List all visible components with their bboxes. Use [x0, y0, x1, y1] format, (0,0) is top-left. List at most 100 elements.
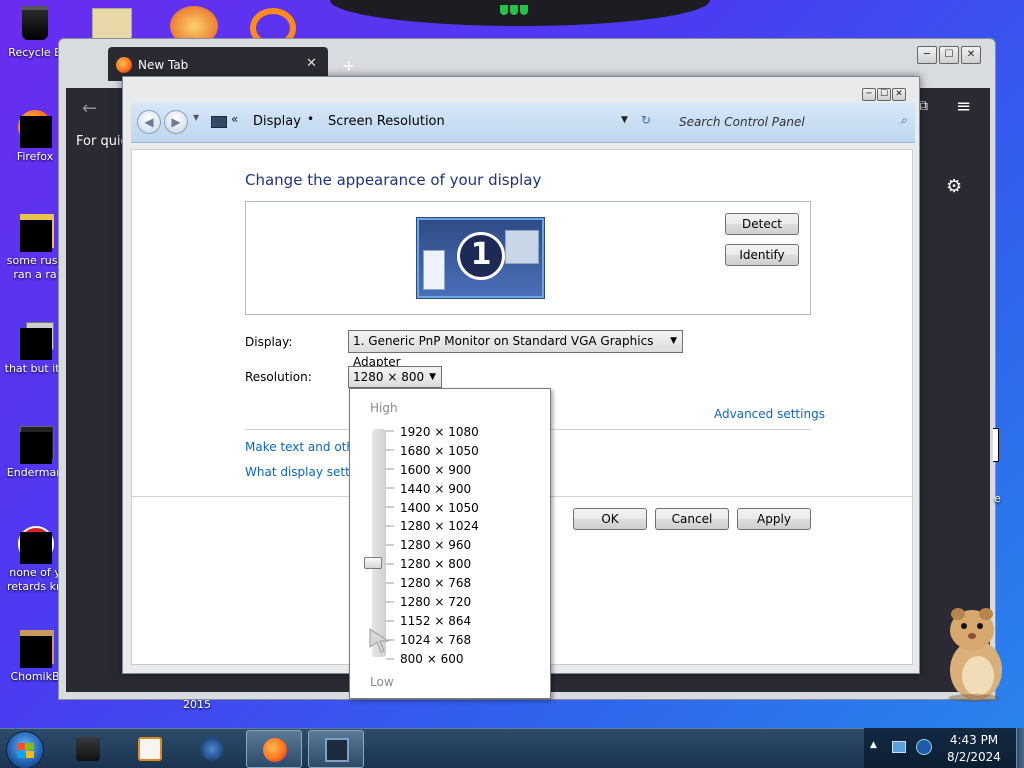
chevron-down-icon: ▼ — [429, 372, 436, 382]
show-hidden-icons-button[interactable]: ▲ — [870, 740, 877, 750]
monitor-1-preview[interactable]: 1 — [417, 218, 544, 298]
resolution-option[interactable]: 1280 × 960 — [400, 536, 540, 555]
firefox-logo-icon — [116, 57, 132, 73]
identify-button[interactable]: Identify — [725, 244, 799, 266]
resolution-dropdown: High 1920 × 1080 1680 × 1050 1600 × 900 … — [349, 388, 551, 699]
resolution-option[interactable]: 1280 × 1024 — [400, 517, 540, 536]
search-icon[interactable]: ⌕ — [900, 113, 907, 128]
cp-window-controls: ─ ☐ ✕ — [862, 85, 907, 101]
resolution-option[interactable]: 1152 × 864 — [400, 612, 540, 631]
start-button[interactable] — [6, 731, 44, 768]
file-icon — [18, 322, 54, 360]
settings-gear-icon[interactable]: ⚙ — [946, 176, 962, 197]
desktop-partial-text: e — [994, 492, 1001, 505]
recent-pages-dropdown-icon[interactable]: ▼ — [193, 113, 199, 122]
low-label: Low — [370, 675, 394, 689]
back-arrow-icon[interactable]: ← — [82, 98, 97, 119]
resolution-select-value: 1280 × 800 — [353, 370, 425, 384]
recycle-bin-icon — [18, 6, 52, 40]
resolution-option[interactable]: 1400 × 1050 — [400, 499, 540, 518]
refresh-icon[interactable]: ↻ — [641, 113, 651, 127]
resolution-options: 1920 × 1080 1680 × 1050 1600 × 900 1440 … — [400, 423, 540, 669]
monitor-icon — [211, 116, 227, 128]
network-icon[interactable] — [892, 741, 906, 753]
clock-time[interactable]: 4:43 PM — [944, 733, 1004, 747]
forward-button[interactable]: ▶ — [164, 110, 188, 134]
apply-button[interactable]: Apply — [737, 508, 811, 530]
system-tray: ▲ 4:43 PM 8/2/2024 — [864, 728, 1024, 768]
globe-icon — [200, 737, 224, 761]
taskbar-globe[interactable] — [184, 730, 240, 768]
hamster-gadget-icon[interactable] — [938, 604, 1010, 704]
firefox-icon — [18, 110, 52, 148]
firefox-window-controls: ─ ☐ ✕ — [917, 46, 983, 64]
close-tab-icon[interactable]: ✕ — [306, 56, 317, 71]
page-title: Change the appearance of your display — [245, 171, 542, 189]
volume-icon[interactable] — [916, 739, 932, 755]
monitor-icon — [325, 738, 349, 762]
breadcrumb-chevron-icon[interactable]: « — [231, 112, 238, 126]
mouse-cursor-icon — [369, 628, 390, 653]
minimize-button[interactable]: ─ — [917, 46, 937, 64]
folder-icon[interactable] — [92, 8, 132, 42]
advanced-settings-link[interactable]: Advanced settings — [714, 407, 825, 421]
resolution-slider-thumb[interactable] — [364, 557, 382, 569]
decoration-dots — [500, 4, 530, 16]
resolution-option[interactable]: 1024 × 768 — [400, 631, 540, 650]
cp-close-button[interactable]: ✕ — [892, 88, 906, 101]
top-decoration — [330, 0, 710, 26]
breadcrumb-screen-resolution[interactable]: Screen Resolution — [328, 114, 445, 129]
resolution-option[interactable]: 1920 × 1080 — [400, 423, 540, 442]
resolution-option[interactable]: 1680 × 1050 — [400, 442, 540, 461]
taskbar-recycle-bin[interactable] — [60, 730, 116, 768]
file-icon — [18, 426, 54, 464]
search-input[interactable]: Search Control Panel ⌕ — [677, 113, 909, 133]
breadcrumb-separator: • — [307, 112, 315, 126]
show-desktop-button[interactable] — [1016, 728, 1024, 768]
partial-window-edge — [993, 428, 999, 462]
taskbar-firefox[interactable] — [246, 730, 302, 768]
resolution-option-selected[interactable]: 1280 × 800 — [400, 555, 540, 574]
high-label: High — [370, 401, 398, 415]
menu-icon[interactable]: ≡ — [956, 96, 971, 117]
file-icon — [18, 214, 54, 252]
taskbar-media-player[interactable] — [122, 730, 178, 768]
clock-date[interactable]: 8/2/2024 — [944, 750, 1004, 764]
search-placeholder: Search Control Panel — [679, 115, 805, 129]
window-thumbnail-icon — [505, 230, 539, 264]
cp-maximize-button[interactable]: ☐ — [877, 88, 891, 101]
cp-minimize-button[interactable]: ─ — [862, 88, 876, 101]
resolution-option[interactable]: 1600 × 900 — [400, 461, 540, 480]
tab-title: New Tab — [138, 58, 189, 72]
detect-button[interactable]: Detect — [725, 213, 799, 235]
resolution-option[interactable]: 1280 × 768 — [400, 574, 540, 593]
media-player-icon — [138, 737, 162, 761]
recycle-bin-icon — [76, 737, 100, 761]
resolution-select[interactable]: 1280 × 800 ▼ — [348, 366, 442, 388]
taskbar-control-panel[interactable] — [308, 730, 364, 768]
display-label: Display: — [245, 335, 293, 349]
address-dropdown-icon[interactable]: ▼ — [621, 115, 628, 125]
resolution-option[interactable]: 1440 × 900 — [400, 480, 540, 499]
back-button[interactable]: ◀ — [137, 110, 161, 134]
resolution-slider-track[interactable] — [372, 429, 386, 657]
resolution-label: Resolution: — [245, 370, 312, 384]
monitor-number: 1 — [457, 232, 505, 280]
firefox-icon — [263, 738, 287, 762]
chevron-down-icon: ▼ — [670, 336, 677, 346]
breadcrumb-display[interactable]: Display — [253, 114, 301, 129]
address-bar: ◀ ▶ ▼ « Display • Screen Resolution ▼ ↻ … — [131, 103, 915, 143]
resolution-option[interactable]: 800 × 600 — [400, 650, 540, 669]
new-tab-button[interactable]: + — [342, 56, 355, 75]
windows-logo-icon — [17, 743, 35, 759]
close-button[interactable]: ✕ — [961, 46, 981, 64]
ok-button[interactable]: OK — [573, 508, 647, 530]
desktop-year-text: 2015 — [183, 698, 211, 711]
cancel-button[interactable]: Cancel — [655, 508, 729, 530]
display-select[interactable]: 1. Generic PnP Monitor on Standard VGA G… — [348, 330, 683, 369]
hamster-icon — [18, 630, 54, 668]
window-thumbnail-icon — [423, 250, 445, 290]
maximize-button[interactable]: ☐ — [939, 46, 959, 64]
file-icon — [18, 526, 54, 564]
resolution-option[interactable]: 1280 × 720 — [400, 593, 540, 612]
